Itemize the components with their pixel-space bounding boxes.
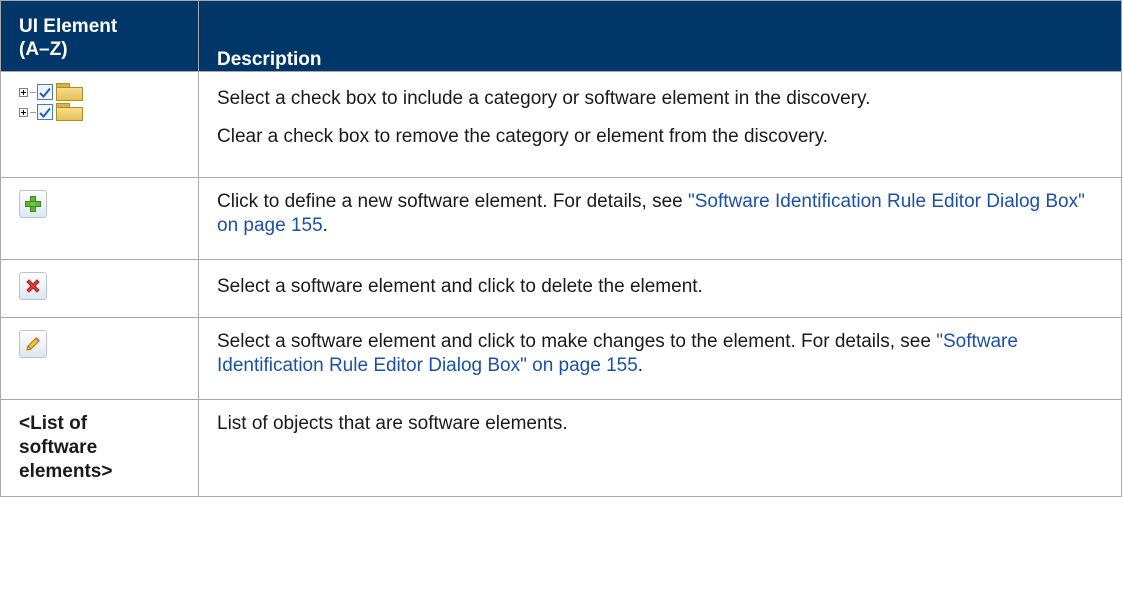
table-row: <List of software elements> List of obje… — [0, 399, 1122, 497]
folder-icon — [55, 82, 85, 102]
checkbox-icon — [37, 84, 53, 100]
description-text: Select a software element and click to d… — [217, 276, 703, 297]
table-row: Select a software element and click to d… — [0, 259, 1122, 318]
checkbox-icon — [37, 104, 53, 120]
edit-icon — [19, 330, 47, 358]
table-row: Select a software element and click to m… — [0, 317, 1122, 400]
description-cell: Select a software element and click to d… — [198, 259, 1122, 318]
delete-icon — [19, 272, 47, 300]
ui-element-cell — [0, 177, 199, 260]
punctuation: . — [322, 215, 328, 236]
add-icon — [19, 190, 47, 218]
list-label: <List of — [19, 413, 88, 434]
tree-checkbox-folder-icon — [1, 72, 198, 132]
description-text: Clear a check box to remove the category… — [217, 126, 829, 147]
header-ui-element-label: UI Element — [19, 16, 118, 37]
header-description-label: Description — [217, 49, 322, 70]
description-text: Click to define a new software element. … — [217, 191, 689, 212]
ui-elements-table: UI Element (A–Z) Description Select a ch… — [0, 0, 1122, 497]
table-row: Click to define a new software element. … — [0, 177, 1122, 260]
folder-icon — [55, 102, 85, 122]
description-text: Select a check box to include a category… — [217, 88, 871, 109]
description-cell: Click to define a new software element. … — [198, 177, 1122, 260]
ui-element-cell — [0, 259, 199, 318]
description-cell: Select a check box to include a category… — [198, 71, 1122, 178]
description-text: Select a software element and click to m… — [217, 331, 937, 352]
ui-element-cell — [0, 71, 199, 178]
ui-element-cell — [0, 317, 199, 400]
description-text: List of objects that are software elemen… — [217, 413, 568, 434]
header-ui-element: UI Element (A–Z) — [0, 0, 199, 72]
list-label: software — [19, 437, 98, 458]
description-cell: List of objects that are software elemen… — [198, 399, 1122, 497]
description-cell: Select a software element and click to m… — [198, 317, 1122, 400]
list-label: elements> — [19, 461, 113, 482]
punctuation: . — [637, 355, 644, 376]
header-description: Description — [198, 0, 1122, 72]
header-ui-element-sort: (A–Z) — [19, 39, 68, 60]
ui-element-cell: <List of software elements> — [0, 399, 199, 497]
table-header-row: UI Element (A–Z) Description — [0, 0, 1122, 72]
table-row: Select a check box to include a category… — [0, 71, 1122, 178]
